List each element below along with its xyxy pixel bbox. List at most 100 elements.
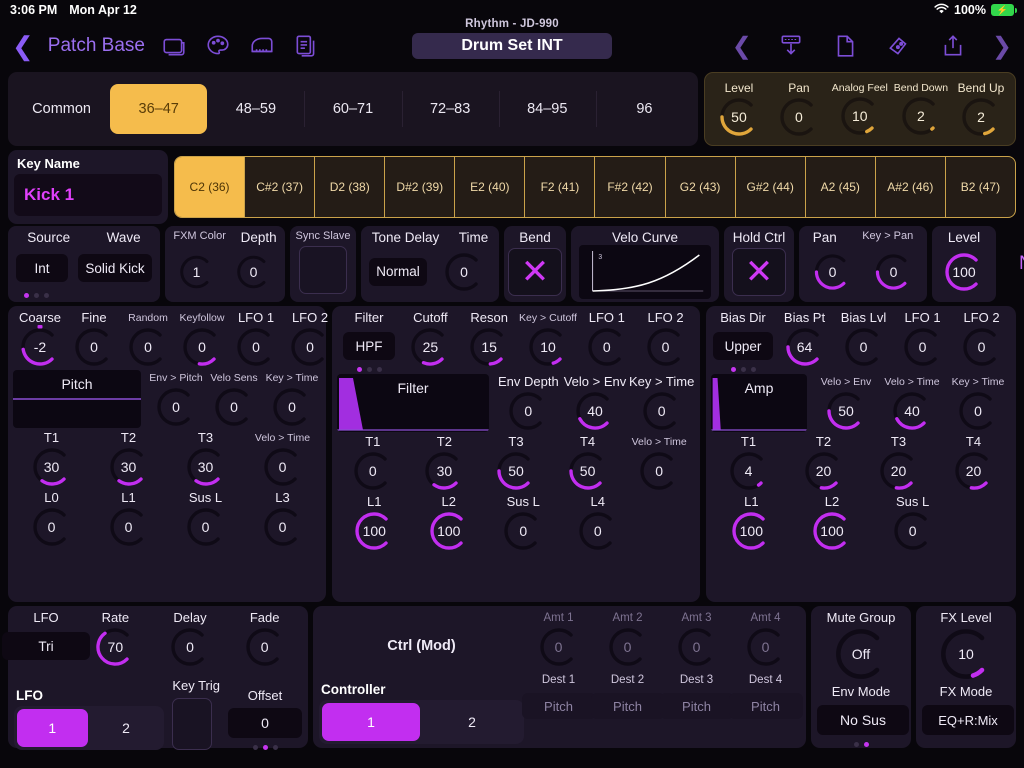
knob[interactable]: 0 — [179, 506, 233, 548]
note-cell[interactable]: E2 (40) — [455, 157, 526, 217]
knob[interactable]: 30 — [102, 446, 156, 488]
destination-selector[interactable]: Pitch — [521, 693, 596, 719]
knob[interactable]: 10 — [521, 326, 575, 368]
bank-tab[interactable]: 48–59 — [207, 84, 304, 134]
note-cell[interactable]: A2 (45) — [806, 157, 876, 217]
amp-page-dots[interactable] — [730, 365, 756, 372]
knob[interactable]: 40 — [568, 390, 622, 432]
page-dot[interactable] — [262, 745, 268, 750]
note-cell[interactable]: D2 (38) — [315, 157, 386, 217]
destination-selector[interactable]: Pitch — [659, 693, 734, 719]
knob[interactable]: 20 — [872, 450, 926, 492]
knob[interactable]: 0 — [739, 626, 793, 668]
copy-document-icon[interactable] — [291, 31, 321, 61]
knob[interactable]: 100 — [347, 510, 401, 552]
bank-tab[interactable]: 96 — [595, 84, 693, 134]
knob[interactable]: 0 — [229, 326, 283, 368]
knob[interactable]: 0 — [437, 251, 491, 293]
velo-curve-graph[interactable]: 3 — [579, 245, 711, 299]
knob[interactable]: 50 — [819, 390, 873, 432]
knob[interactable]: 0 — [951, 390, 1005, 432]
hold-ctrl-toggle[interactable]: ✕ — [732, 247, 786, 296]
knob[interactable]: 50 — [712, 96, 766, 138]
knob[interactable]: Off — [825, 626, 897, 682]
knob[interactable]: 0 — [837, 326, 891, 368]
knob[interactable]: 10 — [833, 95, 887, 137]
segment-item[interactable]: 1 — [17, 709, 88, 747]
lfo-wave-selector[interactable]: Tri — [2, 632, 90, 660]
knob[interactable]: 100 — [724, 510, 778, 552]
knob[interactable]: 0 — [102, 506, 156, 548]
knob[interactable]: 0 — [886, 510, 940, 552]
knob[interactable]: 70 — [88, 626, 142, 668]
pitch-envelope-graph[interactable]: Pitch — [13, 370, 141, 428]
source-page-dots[interactable] — [16, 291, 152, 298]
knob[interactable]: 0 — [807, 251, 858, 293]
piano-icon[interactable] — [247, 31, 277, 61]
knob[interactable]: 0 — [230, 251, 277, 293]
filter-type-selector[interactable]: HPF — [343, 332, 395, 360]
env-mode-selector[interactable]: No Sus — [817, 705, 909, 735]
knob[interactable]: 100 — [937, 251, 991, 293]
note-cell[interactable]: G2 (43) — [666, 157, 736, 217]
destination-selector[interactable]: Pitch — [590, 693, 665, 719]
knob[interactable]: 15 — [462, 326, 516, 368]
knob[interactable]: 0 — [163, 626, 217, 668]
knob[interactable]: 0 — [238, 626, 292, 668]
chevron-right-icon[interactable]: ❯ — [992, 32, 1012, 61]
download-icon[interactable] — [776, 31, 806, 61]
palette-icon[interactable] — [203, 31, 233, 61]
note-cell[interactable]: G#2 (44) — [736, 157, 806, 217]
page-dot[interactable] — [356, 367, 362, 372]
page-dot[interactable] — [44, 293, 49, 298]
offset-value[interactable]: 0 — [228, 708, 302, 738]
knob[interactable]: 20 — [797, 450, 851, 492]
sync-slave-toggle[interactable] — [299, 246, 347, 294]
document-icon[interactable] — [830, 31, 860, 61]
knob[interactable]: 0 — [868, 251, 919, 293]
page-dot[interactable] — [376, 367, 382, 372]
knob[interactable]: 0 — [207, 386, 261, 428]
page-dot[interactable] — [740, 367, 746, 372]
knob[interactable]: 0 — [256, 506, 310, 548]
knob[interactable]: 0 — [121, 326, 175, 368]
page-dot[interactable] — [366, 367, 372, 372]
folder-icon[interactable] — [159, 31, 189, 61]
knob[interactable]: 0 — [639, 326, 693, 368]
knob[interactable]: 0 — [670, 626, 724, 668]
knob[interactable]: 0 — [580, 326, 634, 368]
knob[interactable]: 25 — [403, 326, 457, 368]
page-dot[interactable] — [750, 367, 756, 372]
knob[interactable]: 100 — [422, 510, 476, 552]
knob[interactable]: 0 — [632, 450, 686, 492]
knob[interactable]: 1 — [173, 251, 220, 293]
back-chevron-icon[interactable]: ❮ — [12, 33, 34, 59]
bias-dir-selector[interactable]: Upper — [712, 332, 774, 360]
knob[interactable]: -2 — [13, 325, 67, 368]
knob[interactable]: 0 — [601, 626, 655, 668]
knob[interactable]: 0 — [635, 390, 689, 432]
chevron-left-icon[interactable]: ❮ — [732, 32, 752, 61]
knob[interactable]: 50 — [489, 450, 543, 492]
bank-tab[interactable]: 84–95 — [498, 84, 596, 134]
knob[interactable]: 4 — [722, 450, 776, 492]
upload-icon[interactable] — [938, 31, 968, 61]
note-cell[interactable]: C2 (36) — [175, 157, 246, 217]
knob[interactable]: 0 — [256, 446, 310, 488]
bend-toggle[interactable]: ✕ — [508, 247, 562, 296]
bank-tab[interactable]: 72–83 — [401, 84, 499, 134]
knob[interactable]: 0 — [772, 96, 826, 138]
page-dot[interactable] — [853, 742, 859, 747]
knob[interactable]: 0 — [896, 326, 950, 368]
amp-envelope-graph[interactable]: Amp — [711, 374, 807, 432]
note-cell[interactable]: D#2 (39) — [385, 157, 456, 217]
knob[interactable]: 0 — [501, 390, 555, 432]
page-dot[interactable] — [730, 367, 736, 372]
lfo-page-dots[interactable] — [228, 743, 302, 750]
destination-selector[interactable]: Pitch — [728, 693, 803, 719]
knob[interactable]: 0 — [265, 386, 319, 428]
tone-delay-selector[interactable]: Normal — [369, 257, 427, 286]
note-cell[interactable]: F2 (41) — [525, 157, 596, 217]
bank-tab[interactable]: Common — [13, 84, 110, 134]
bank-tab[interactable]: 36–47 — [110, 84, 208, 134]
